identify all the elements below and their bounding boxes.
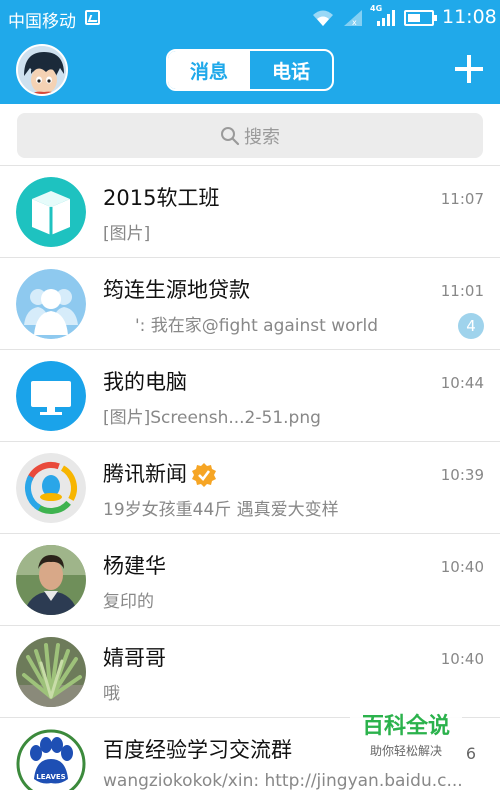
paw-icon: LEAVES — [16, 729, 86, 790]
chat-row[interactable]: 婧哥哥 哦 10:40 — [0, 626, 500, 718]
signal-icon — [377, 10, 395, 26]
chat-name: 百度经验学习交流群 — [103, 738, 292, 762]
svg-text:LEAVES: LEAVES — [36, 773, 65, 781]
chat-time: 10:40 — [440, 650, 484, 668]
news-app-icon — [16, 453, 86, 523]
chat-row[interactable]: 筠连生源地贷款 ': 我在家@fight against world 11:01… — [0, 258, 500, 350]
chat-row[interactable]: 腾讯新闻 19岁女孩重44斤 遇真爱大变样 10:39 — [0, 442, 500, 534]
status-bar: 中国移动 x 4G 11:08 — [0, 0, 500, 36]
verified-icon — [192, 463, 216, 487]
chat-name: 杨建华 — [103, 554, 166, 578]
monitor-icon — [16, 361, 86, 431]
chat-time: 11:01 — [440, 282, 484, 300]
chat-preview: [图片] — [103, 224, 151, 244]
carrier-label: 中国移动 — [8, 12, 76, 32]
chat-preview: wangziokokok/xin: http://jingyan.baidu.c… — [103, 771, 463, 790]
chat-time: 10:40 — [440, 558, 484, 576]
search-input[interactable]: 搜索 — [17, 113, 483, 158]
chat-preview: 哦 — [103, 684, 120, 704]
chat-row[interactable]: 我的电脑 [图片]Screensh...2-51.png 10:44 — [0, 350, 500, 442]
chat-name: 腾讯新闻 — [103, 458, 217, 488]
book-icon — [16, 177, 86, 247]
gallery-icon — [85, 10, 100, 25]
tab-messages[interactable]: 消息 — [168, 51, 250, 89]
tab-calls[interactable]: 电话 — [250, 51, 332, 89]
app-header: 消息 电话 — [0, 36, 500, 104]
group-icon — [16, 269, 86, 339]
search-icon — [221, 126, 240, 145]
search-bar-container: 搜索 — [0, 104, 500, 166]
chat-time: 11:07 — [440, 190, 484, 208]
message-call-toggle: 消息 电话 — [166, 49, 334, 91]
battery-icon — [404, 10, 437, 26]
chat-row[interactable]: 2015软工班 [图片] 11:07 — [0, 166, 500, 258]
chat-time: 10:39 — [440, 466, 484, 484]
chat-name: 2015软工班 — [103, 186, 220, 210]
chat-name: 婧哥哥 — [103, 646, 166, 670]
person-photo — [16, 545, 86, 615]
my-avatar[interactable] — [16, 44, 68, 96]
wifi-icon — [313, 10, 333, 26]
chat-name: 我的电脑 — [103, 370, 187, 394]
watermark-subtitle: 助你轻松解决 — [369, 744, 442, 758]
chat-preview: [图片]Screensh...2-51.png — [103, 408, 321, 428]
svg-text:x: x — [352, 18, 357, 27]
chat-time: 10:44 — [440, 374, 484, 392]
chat-name: 筠连生源地贷款 — [103, 278, 250, 302]
watermark-title: 百科全说 — [361, 714, 450, 739]
chat-preview: ': 我在家@fight against world — [135, 316, 379, 336]
add-icon[interactable] — [454, 54, 484, 84]
clock: 11:08 — [442, 6, 497, 28]
plant-photo — [16, 637, 86, 707]
watermark: 百科全说 助你轻松解决 — [350, 708, 462, 772]
signal-weak-icon: x — [344, 10, 362, 27]
chat-preview: 复印的 — [103, 592, 154, 612]
search-placeholder: 搜索 — [244, 126, 280, 148]
unread-badge: 4 — [458, 313, 484, 339]
chat-preview: 19岁女孩重44斤 遇真爱大变样 — [103, 500, 339, 520]
chat-row[interactable]: 杨建华 复印的 10:40 — [0, 534, 500, 626]
anime-avatar-icon — [18, 46, 66, 94]
